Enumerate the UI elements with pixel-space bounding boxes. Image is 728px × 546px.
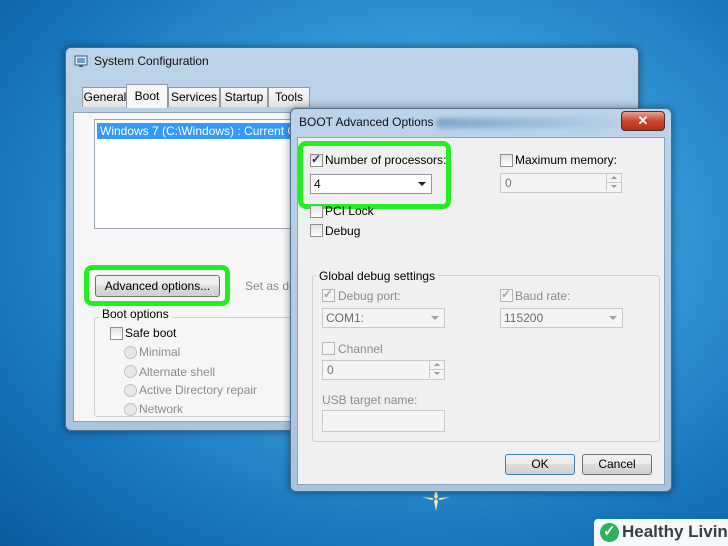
channel-spinner[interactable]: 0 bbox=[322, 360, 445, 380]
boot-options-label: Boot options bbox=[99, 307, 172, 321]
close-button[interactable]: ✕ bbox=[621, 111, 665, 131]
chevron-down-icon bbox=[609, 316, 617, 320]
pci-lock-checkbox[interactable] bbox=[310, 205, 323, 218]
title-bar[interactable]: System Configuration bbox=[66, 48, 638, 74]
safe-boot-checkbox[interactable] bbox=[110, 327, 123, 340]
cancel-button[interactable]: Cancel bbox=[582, 454, 652, 475]
tab-boot[interactable]: Boot bbox=[126, 84, 168, 108]
dialog-body: Number of processors: 4 Maximum memory: … bbox=[297, 137, 665, 485]
safe-boot-label: Safe boot bbox=[125, 326, 177, 340]
highlight-box bbox=[84, 265, 230, 306]
baud-rate-value: 115200 bbox=[504, 311, 544, 325]
tab-services[interactable]: Services bbox=[168, 87, 220, 107]
maximum-memory-label: Maximum memory: bbox=[515, 153, 618, 167]
chevron-down-icon bbox=[431, 316, 439, 320]
window-title: System Configuration bbox=[94, 54, 209, 68]
baud-rate-label: Baud rate: bbox=[515, 289, 571, 303]
spin-up-icon[interactable] bbox=[606, 174, 621, 183]
ok-button[interactable]: OK bbox=[505, 454, 575, 475]
debug-label: Debug bbox=[325, 224, 361, 238]
minimal-radio[interactable] bbox=[124, 346, 137, 359]
alternate-shell-label: Alternate shell bbox=[139, 365, 216, 379]
blurred-title-area bbox=[436, 118, 616, 128]
channel-value: 0 bbox=[327, 363, 334, 377]
tab-general[interactable]: General bbox=[82, 87, 128, 107]
debug-port-dropdown[interactable]: COM1: bbox=[322, 308, 445, 328]
dialog-title-bar[interactable]: BOOT Advanced Options ✕ bbox=[291, 109, 671, 135]
debug-port-checkbox[interactable] bbox=[322, 287, 335, 302]
usb-target-name-input[interactable] bbox=[322, 410, 445, 432]
healthy-living-watermark: Healthy Living bbox=[594, 519, 728, 546]
spin-down-icon[interactable] bbox=[606, 183, 621, 191]
baud-rate-checkbox[interactable] bbox=[500, 287, 513, 302]
baud-rate-dropdown[interactable]: 115200 bbox=[500, 308, 623, 328]
maximum-memory-checkbox[interactable] bbox=[500, 154, 513, 167]
pci-lock-label: PCI Lock bbox=[325, 204, 374, 218]
tab-tools[interactable]: Tools bbox=[268, 87, 310, 107]
maximum-memory-value: 0 bbox=[505, 176, 512, 190]
spin-down-icon[interactable] bbox=[429, 370, 444, 378]
tab-startup[interactable]: Startup bbox=[220, 87, 268, 107]
channel-label: Channel bbox=[338, 342, 383, 356]
debug-port-value: COM1: bbox=[326, 311, 365, 325]
highlight-box bbox=[298, 141, 451, 209]
channel-checkbox[interactable] bbox=[322, 342, 335, 355]
debug-port-label: Debug port: bbox=[338, 289, 401, 303]
maximum-memory-spinner[interactable]: 0 bbox=[500, 173, 622, 193]
usb-target-name-label: USB target name: bbox=[322, 393, 418, 407]
debug-checkbox[interactable] bbox=[310, 224, 323, 237]
set-as-default-button[interactable]: Set as de bbox=[245, 279, 296, 293]
global-debug-settings-label: Global debug settings bbox=[316, 269, 439, 283]
dialog-title: BOOT Advanced Options bbox=[299, 115, 434, 129]
checkmark-logo-icon bbox=[600, 522, 619, 542]
system-configuration-icon bbox=[74, 55, 88, 67]
minimal-label: Minimal bbox=[139, 345, 181, 359]
network-radio[interactable] bbox=[124, 403, 137, 416]
close-icon: ✕ bbox=[637, 113, 649, 128]
boot-advanced-options-dialog: BOOT Advanced Options ✕ Number of proces… bbox=[290, 108, 672, 492]
active-directory-repair-radio[interactable] bbox=[124, 384, 137, 397]
alternate-shell-radio[interactable] bbox=[124, 365, 137, 378]
active-directory-repair-label: Active Directory repair bbox=[139, 383, 258, 397]
spin-up-icon[interactable] bbox=[429, 361, 444, 370]
network-label: Network bbox=[139, 402, 184, 416]
watermark-text: Healthy Living bbox=[622, 522, 728, 541]
